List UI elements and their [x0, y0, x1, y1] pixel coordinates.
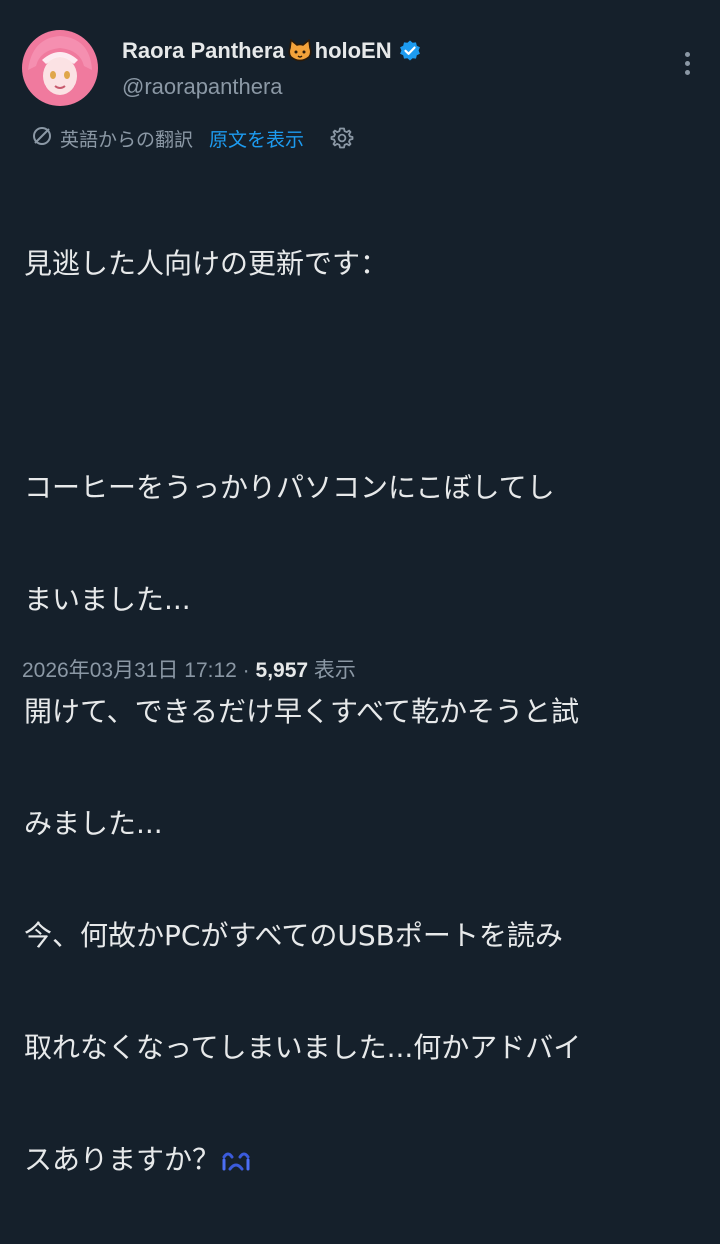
show-original-link[interactable]: 原文を表示 — [209, 125, 304, 152]
crying-face-icon — [220, 1138, 252, 1171]
post-line: 開けて、できるだけ早くすべて乾かそうと試 — [24, 695, 579, 728]
translate-icon — [30, 124, 54, 152]
post-line-last: スありますか？ — [24, 1132, 704, 1188]
views-label: 表示 — [313, 659, 356, 682]
post-line: みました... — [24, 807, 163, 840]
post-line: スありますか？ — [24, 1143, 221, 1176]
gear-icon[interactable] — [330, 126, 354, 150]
post-header: Raora Panthera holoEN @raorapanthera — [22, 30, 698, 110]
avatar[interactable] — [22, 30, 98, 106]
verified-badge-icon[interactable] — [398, 39, 422, 63]
post-line: 今、何故かPCがすべてのUSBポートを読み — [24, 919, 563, 952]
timestamp[interactable]: 2026年03月31日 17:12 — [22, 659, 237, 682]
translation-label: 英語からの翻訳 — [60, 128, 194, 151]
user-handle[interactable]: @raorapanthera — [122, 74, 283, 100]
post-meta: 2026年03月31日 17:12 · 5,957 表示 — [22, 654, 356, 684]
display-name-suffix[interactable]: holoEN — [315, 38, 392, 64]
more-options-icon[interactable] — [684, 52, 692, 78]
post-line — [24, 348, 704, 404]
view-count[interactable]: 5,957 — [256, 659, 309, 682]
translation-bar: 英語からの翻訳 原文を表示 — [30, 124, 354, 152]
cat-face-icon — [287, 38, 313, 63]
name-row: Raora Panthera holoEN — [122, 38, 422, 64]
post-line: まいました... — [24, 583, 191, 616]
post-line: 取れなくなってしまいました...何かアドバイ — [24, 1031, 582, 1064]
post-line: 見逃した人向けの更新です： — [24, 247, 389, 280]
post-body: 見逃した人向けの更新です： コーヒーをうっかりパソコンにこぼしてし まいました.… — [24, 180, 704, 1244]
display-name[interactable]: Raora Panthera — [122, 38, 285, 64]
post-line: コーヒーをうっかりパソコンにこぼしてし — [24, 471, 555, 504]
meta-separator: · — [242, 659, 250, 682]
